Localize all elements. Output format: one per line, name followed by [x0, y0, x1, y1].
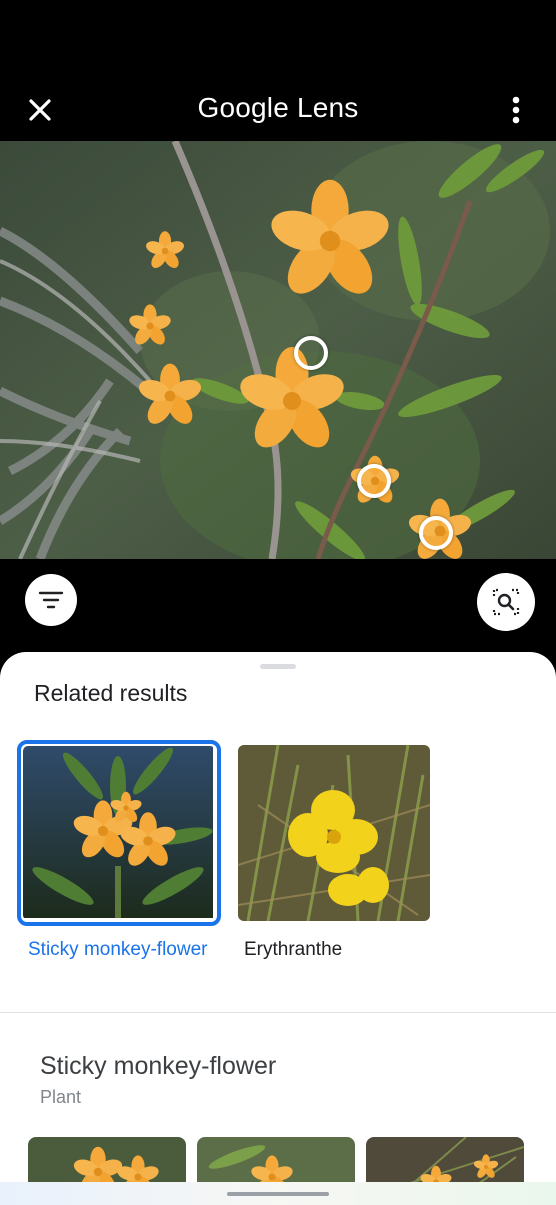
entity-subtitle: Plant: [40, 1087, 82, 1107]
hotspot-marker[interactable]: [419, 516, 453, 550]
top-bar: Google Lens: [0, 0, 556, 140]
hotspot-marker[interactable]: [357, 464, 391, 498]
hotspot-marker[interactable]: [294, 336, 328, 370]
related-result-label[interactable]: Erythranthe: [244, 937, 342, 963]
image-search-icon: [492, 588, 520, 616]
related-result-image: [238, 745, 430, 921]
filter-button[interactable]: [25, 574, 77, 626]
more-vert-icon: [512, 96, 520, 124]
related-result-label-selected[interactable]: Sticky monkey-flower: [28, 937, 208, 963]
divider: [0, 1012, 556, 1013]
entity-title[interactable]: Sticky monkey-flower: [40, 1052, 276, 1081]
related-results-title: Related results: [34, 680, 188, 706]
flower-photo: [0, 141, 556, 559]
related-result-card-selected[interactable]: [17, 740, 221, 926]
select-search-area-button[interactable]: [477, 573, 535, 631]
results-sheet[interactable]: Related results Sticky monkey-flower Ery…: [0, 652, 556, 1205]
home-gesture-pill[interactable]: [227, 1192, 329, 1196]
gesture-nav-bar: [0, 1182, 556, 1205]
related-result-card[interactable]: [238, 745, 430, 921]
related-result-image: [23, 746, 215, 920]
app-title: Google Lens: [197, 92, 359, 123]
filter-icon: [38, 591, 64, 609]
drag-handle[interactable]: [260, 664, 296, 669]
captured-photo[interactable]: [0, 141, 556, 559]
more-options-button[interactable]: [500, 90, 532, 130]
